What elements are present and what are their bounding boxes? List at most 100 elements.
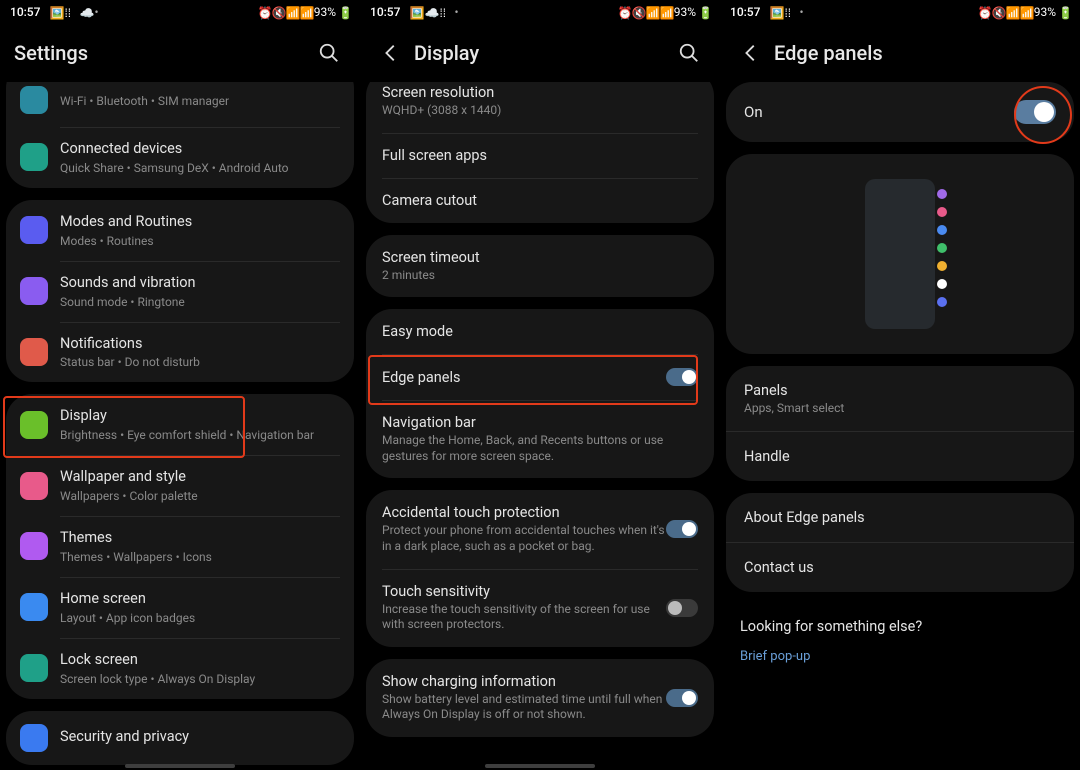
settings-item-modes[interactable]: Modes and Routines Modes • Routines	[6, 200, 354, 261]
dot-icon	[937, 261, 947, 271]
settings-item-title: Lock screen	[60, 651, 340, 670]
display-item-sub: Manage the Home, Back, and Recents butto…	[382, 433, 698, 464]
display-section: Accidental touch protection Protect your…	[366, 490, 714, 646]
settings-item-wallpaper[interactable]: Wallpaper and style Wallpapers • Color p…	[6, 455, 354, 516]
settings-group: Wi-Fi • Bluetooth • SIM manager Connecte…	[6, 82, 354, 188]
edge-item-about[interactable]: About Edge panels	[726, 493, 1074, 542]
settings-list[interactable]: Wi-Fi • Bluetooth • SIM manager Connecte…	[0, 82, 360, 770]
edge-item-handle[interactable]: Handle	[726, 431, 1074, 481]
search-button[interactable]	[312, 36, 346, 70]
edge-item-title: About Edge panels	[744, 509, 1056, 526]
signal-icon: 📶	[660, 6, 672, 18]
display-item-resolution[interactable]: Screen resolution WQHD+ (3088 x 1440)	[366, 82, 714, 133]
display-item-navbar[interactable]: Navigation bar Manage the Home, Back, an…	[366, 400, 714, 478]
display-screen: 10:57 🖼️ ☁️ ⁞⁞ • ⏰ 🔇 📶 📶 93% 🔋 Display	[360, 0, 720, 770]
settings-group: Modes and Routines Modes • Routines Soun…	[6, 200, 354, 383]
back-button[interactable]	[374, 36, 408, 70]
mute-icon: 🔇	[992, 6, 1004, 18]
dot-icon	[937, 279, 947, 289]
settings-item-sounds[interactable]: Sounds and vibration Sound mode • Ringto…	[6, 261, 354, 322]
display-item-accidental[interactable]: Accidental touch protection Protect your…	[366, 490, 714, 568]
display-item-edge-panels[interactable]: Edge panels	[366, 354, 714, 400]
gallery-status-icon: 🖼️	[49, 6, 61, 18]
settings-item-title: Themes	[60, 529, 340, 548]
settings-item-title: Home screen	[60, 590, 340, 609]
scroll-indicator	[125, 764, 235, 768]
display-item-touch-sensitivity[interactable]: Touch sensitivity Increase the touch sen…	[366, 569, 714, 647]
display-item-timeout[interactable]: Screen timeout 2 minutes	[366, 235, 714, 298]
battery-icon: 🔋	[338, 6, 350, 18]
display-item-title: Navigation bar	[382, 414, 698, 431]
edge-on-row[interactable]: On	[726, 82, 1074, 142]
settings-item-notifications[interactable]: Notifications Status bar • Do not distur…	[6, 322, 354, 383]
accidental-touch-toggle[interactable]	[666, 520, 698, 538]
signal-icon: 📶	[1020, 6, 1032, 18]
mute-icon: 🔇	[632, 6, 644, 18]
charging-info-toggle[interactable]	[666, 689, 698, 707]
devices-icon	[20, 143, 48, 171]
settings-item-sub: Quick Share • Samsung DeX • Android Auto	[60, 161, 340, 175]
lock-icon	[20, 654, 48, 682]
search-button[interactable]	[672, 36, 706, 70]
edge-section: Panels Apps, Smart select Handle	[726, 366, 1074, 481]
settings-item-title: Display	[60, 407, 340, 426]
edge-master-toggle[interactable]	[1014, 100, 1056, 124]
chevron-left-icon	[740, 42, 762, 64]
settings-item-display[interactable]: Display Brightness • Eye comfort shield …	[6, 394, 354, 455]
alarm-icon: ⏰	[258, 6, 270, 18]
wifi-icon: 📶	[646, 6, 658, 18]
settings-item-home[interactable]: Home screen Layout • App icon badges	[6, 577, 354, 638]
alarm-icon: ⏰	[978, 6, 990, 18]
notifications-icon	[20, 338, 48, 366]
more-status-icon: •	[94, 5, 98, 19]
settings-item-connections[interactable]: Wi-Fi • Bluetooth • SIM manager	[6, 82, 354, 127]
settings-item-sub: Status bar • Do not disturb	[60, 355, 340, 369]
fitbit-status-icon: ⁞⁞	[784, 6, 796, 18]
display-item-title: Show charging information	[382, 673, 666, 690]
search-icon	[678, 42, 700, 64]
back-button[interactable]	[734, 36, 768, 70]
settings-item-themes[interactable]: Themes Themes • Wallpapers • Icons	[6, 516, 354, 577]
settings-item-lock[interactable]: Lock screen Screen lock type • Always On…	[6, 638, 354, 699]
display-item-sub: Show battery level and estimated time un…	[382, 692, 666, 723]
looking-heading: Looking for something else?	[740, 608, 1060, 649]
settings-group: Display Brightness • Eye comfort shield …	[6, 394, 354, 698]
battery-percent: 93%	[314, 5, 336, 19]
display-item-charging-info[interactable]: Show charging information Show battery l…	[366, 659, 714, 737]
touch-sensitivity-toggle[interactable]	[666, 599, 698, 617]
battery-percent: 93%	[674, 5, 696, 19]
edge-item-title: Handle	[744, 448, 1056, 465]
page-title: Edge panels	[774, 41, 883, 65]
display-list[interactable]: Screen resolution WQHD+ (3088 x 1440) Fu…	[360, 82, 720, 770]
settings-item-title: Modes and Routines	[60, 213, 340, 232]
settings-item-sub: Brightness • Eye comfort shield • Naviga…	[60, 428, 340, 442]
home-icon	[20, 593, 48, 621]
page-title: Display	[414, 41, 479, 65]
edge-item-panels[interactable]: Panels Apps, Smart select	[726, 366, 1074, 431]
dot-icon	[937, 297, 947, 307]
display-item-fullscreen[interactable]: Full screen apps	[366, 133, 714, 178]
display-header: Display	[360, 24, 720, 82]
edge-section: About Edge panels Contact us	[726, 493, 1074, 592]
edge-item-contact[interactable]: Contact us	[726, 542, 1074, 592]
display-item-camera-cutout[interactable]: Camera cutout	[366, 178, 714, 223]
more-status-icon: •	[799, 5, 803, 19]
dot-icon	[937, 243, 947, 253]
settings-item-security[interactable]: Security and privacy	[6, 711, 354, 765]
brief-popup-link[interactable]: Brief pop-up	[740, 649, 1060, 678]
settings-header: Settings	[0, 24, 360, 82]
fitbit-status-icon: ⁞⁞	[64, 6, 76, 18]
settings-item-connected-devices[interactable]: Connected devices Quick Share • Samsung …	[6, 127, 354, 188]
display-item-sub: Increase the touch sensitivity of the sc…	[382, 602, 666, 633]
modes-icon	[20, 216, 48, 244]
mute-icon: 🔇	[272, 6, 284, 18]
settings-group: Security and privacy	[6, 711, 354, 765]
chevron-left-icon	[380, 42, 402, 64]
display-item-title: Easy mode	[382, 323, 698, 340]
battery-icon: 🔋	[1058, 6, 1070, 18]
display-item-title: Camera cutout	[382, 192, 698, 209]
display-item-easy-mode[interactable]: Easy mode	[366, 309, 714, 354]
page-title: Settings	[14, 41, 88, 65]
edge-panels-toggle[interactable]	[666, 368, 698, 386]
settings-item-sub: Themes • Wallpapers • Icons	[60, 550, 340, 564]
